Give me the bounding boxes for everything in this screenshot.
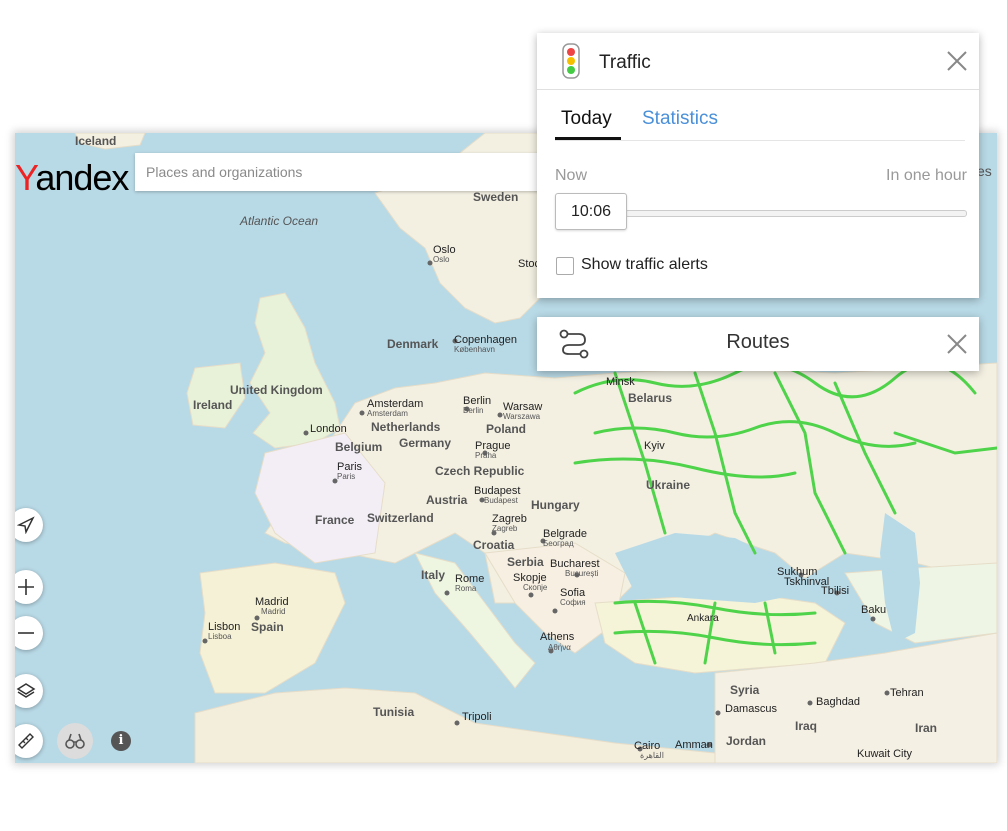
label-damascus: Damascus [725, 703, 777, 715]
binoculars-icon [65, 733, 85, 749]
label-lisbon-local: Lisboa [208, 632, 232, 641]
label-ankara: Ankara [687, 613, 719, 624]
label-paris-local: Paris [337, 472, 355, 481]
label-denmark: Denmark [387, 337, 439, 351]
label-cairo-local: القاهرة [640, 751, 664, 760]
label-madrid-local: Madrid [261, 607, 285, 616]
label-iceland: Iceland [75, 134, 116, 148]
label-sofia-local: София [560, 598, 586, 607]
label-baku: Baku [861, 604, 886, 616]
traffic-panel: Traffic Today Statistics Now In one hour… [537, 33, 979, 298]
tab-today[interactable]: Today [561, 108, 612, 130]
label-london: London [310, 423, 347, 435]
label-ukraine: Ukraine [646, 478, 690, 492]
label-rome-local: Roma [455, 584, 477, 593]
locate-arrow-icon [17, 516, 35, 534]
layers-icon [16, 683, 36, 698]
label-belgium: Belgium [335, 440, 382, 454]
label-hungary: Hungary [531, 498, 580, 512]
label-zagreb-local: Zagreb [492, 524, 518, 533]
minus-icon [18, 632, 34, 634]
label-france: France [315, 513, 355, 527]
label-austria: Austria [426, 493, 468, 507]
label-tunisia: Tunisia [373, 705, 414, 719]
label-belgrade-local: Београд [543, 539, 574, 548]
label-skopje-local: Скопје [523, 583, 548, 592]
search-placeholder: Places and organizations [146, 164, 303, 180]
label-germany: Germany [399, 436, 451, 450]
time-slider-track[interactable] [625, 210, 967, 217]
now-label: Now [555, 167, 588, 184]
label-croatia: Croatia [473, 538, 515, 552]
routes-panel[interactable]: Routes [537, 317, 979, 371]
logo-rest: andex [35, 157, 129, 198]
label-athens: Athens [540, 631, 575, 643]
label-ireland: Ireland [193, 398, 232, 412]
label-bucharest-local: București [565, 569, 599, 578]
label-tripoli: Tripoli [462, 711, 492, 723]
label-baghdad: Baghdad [816, 696, 860, 708]
label-copenhagen-local: København [454, 345, 495, 354]
tab-statistics[interactable]: Statistics [642, 108, 718, 130]
label-syria: Syria [730, 683, 760, 697]
traffic-alerts-checkbox[interactable] [556, 257, 574, 275]
label-netherlands: Netherlands [371, 420, 441, 434]
traffic-title: Traffic [599, 52, 651, 73]
tab-divider [555, 140, 965, 141]
in-one-hour-label: In one hour [886, 167, 967, 184]
traffic-light-icon [562, 43, 580, 79]
label-switzerland: Switzerland [367, 511, 434, 525]
label-amman: Amman [675, 739, 713, 751]
label-jordan: Jordan [726, 734, 766, 748]
label-sweden: Sweden [473, 190, 518, 204]
label-serbia: Serbia [507, 555, 544, 569]
time-slider-handle[interactable]: 10:06 [555, 193, 627, 230]
plus-icon [18, 579, 34, 595]
close-icon[interactable] [945, 332, 969, 356]
info-icon[interactable]: i [111, 731, 131, 751]
label-tehran: Tehran [890, 687, 924, 699]
panorama-button[interactable] [57, 723, 93, 759]
label-berlin-local: Berlin [463, 406, 483, 415]
logo-letter-y: Y [15, 157, 36, 198]
label-kyiv: Kyiv [644, 440, 665, 452]
label-belarus: Belarus [628, 391, 672, 405]
label-amsterdam-local: Amsterdam [367, 409, 408, 418]
obscured-menu-fragment: es [977, 163, 992, 179]
label-budapest-local: Budapest [484, 496, 519, 505]
label-uk: United Kingdom [230, 383, 323, 397]
ruler-icon [18, 733, 34, 749]
close-icon[interactable] [945, 49, 969, 73]
label-atlantic: Atlantic Ocean [239, 214, 318, 228]
label-minsk: Minsk [606, 376, 635, 388]
label-iran: Iran [915, 721, 937, 735]
label-athens-local: Αθήνα [548, 643, 571, 652]
label-poland: Poland [486, 422, 526, 436]
label-kuwait: Kuwait City [857, 748, 913, 760]
label-prague-local: Praha [475, 451, 497, 460]
traffic-panel-header: Traffic [537, 33, 979, 90]
label-tbilisi: Tbilisi [821, 585, 849, 597]
label-italy: Italy [421, 568, 445, 582]
label-oslo-local: Oslo [433, 255, 450, 264]
search-input[interactable]: Places and organizations [135, 153, 555, 191]
yandex-logo[interactable]: Yandex [15, 157, 129, 199]
label-iraq: Iraq [795, 719, 817, 733]
label-czech: Czech Republic [435, 464, 525, 478]
traffic-alerts-label[interactable]: Show traffic alerts [581, 256, 708, 274]
label-spain: Spain [251, 620, 284, 634]
routes-title: Routes [726, 331, 790, 353]
label-warsaw-local: Warszawa [503, 412, 541, 421]
